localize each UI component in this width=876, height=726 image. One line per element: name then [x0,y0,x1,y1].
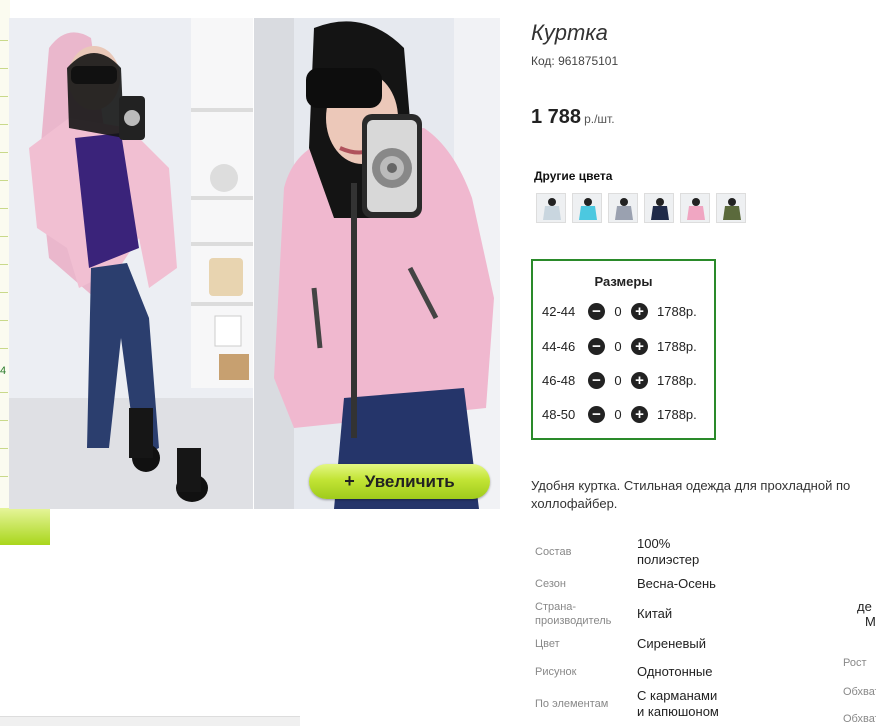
quantity-value[interactable]: 0 [605,304,631,319]
size-label: 46-48 [542,372,576,388]
cut-off-value: де [857,599,872,614]
property-value: С карманами [637,688,718,703]
size-row: 42-44 − 0 + 1788р. [542,300,697,322]
size-price: 1788р. [657,303,697,319]
product-photo-1[interactable] [9,18,253,509]
zoom-button[interactable]: + Увеличить [309,464,490,499]
left-column-number: 4 [0,365,7,377]
plus-icon[interactable]: + [631,302,648,320]
size-row: 48-50 − 0 + 1788р. [542,403,697,425]
sizes-title: Размеры [594,274,653,289]
property-value: и капюшоном [637,704,719,719]
property-value: полиэстер [637,552,700,567]
property-value: Весна-Осень [637,576,716,591]
sizes-box: Размеры 42-44 − 0 + 1788р. 44-46 − 0 + 1… [531,259,716,440]
property-key: производитель [535,615,612,627]
quantity-value[interactable]: 0 [605,373,631,388]
property-value: Китай [637,606,673,621]
cut-off-label: Обхват [843,713,876,725]
price-value: 1 788 [531,106,582,128]
color-swatch[interactable] [608,193,638,223]
minus-icon[interactable]: − [588,302,605,320]
property-key: По элементам [535,698,609,710]
quantity-value[interactable]: 0 [605,339,631,354]
size-price: 1788р. [657,338,697,354]
color-swatches [536,193,746,223]
color-swatch[interactable] [572,193,602,223]
other-colors-label: Другие цвета [534,169,613,183]
cut-off-label: Обхват [843,686,876,698]
plus-icon: + [344,471,355,491]
product-description: Удобня куртка. Стильная одежда для прохл… [531,477,876,513]
product-photo-2-image [254,18,500,509]
size-label: 42-44 [542,303,576,319]
plus-icon[interactable]: + [631,405,648,423]
minus-icon[interactable]: − [588,405,605,423]
property-key: Состав [535,546,572,558]
product-photo-1-image [9,18,253,509]
property-value: Однотонные [637,664,713,679]
quantity-value[interactable]: 0 [605,407,631,422]
property-value: 100% [637,536,671,551]
color-swatch[interactable] [680,193,710,223]
cut-off-label: Рост [843,657,867,669]
property-key: Сезон [535,578,566,590]
zoom-button-label: Увеличить [364,471,455,491]
plus-icon[interactable]: + [631,371,648,389]
plus-icon[interactable]: + [631,337,648,355]
left-column-green-button[interactable] [0,508,50,545]
size-price: 1788р. [657,406,697,422]
property-value: Сиреневый [637,636,707,651]
size-row: 46-48 − 0 + 1788р. [542,369,697,391]
product-photo-2[interactable] [254,18,500,509]
property-key: Страна- [535,601,577,613]
size-row: 44-46 − 0 + 1788р. [542,335,697,357]
color-swatch[interactable] [716,193,746,223]
color-swatch[interactable] [644,193,674,223]
property-key: Цвет [535,638,560,650]
color-swatch[interactable] [536,193,566,223]
size-label: 48-50 [542,406,576,422]
size-label: 44-46 [542,338,576,354]
minus-icon[interactable]: − [588,337,605,355]
product-code: Код: 961875101 [531,54,619,68]
size-price: 1788р. [657,372,697,388]
minus-icon[interactable]: − [588,371,605,389]
product-title: Куртка [531,20,608,45]
cut-off-value: М [865,614,876,629]
price-unit: р./шт. [584,112,615,126]
property-key: Рисунок [535,666,577,678]
description-line: холлофайбер. [531,496,618,511]
description-line: Удобня куртка. Стильная одежда для прохл… [531,478,851,493]
product-price: 1 788 р./шт. [531,106,615,129]
